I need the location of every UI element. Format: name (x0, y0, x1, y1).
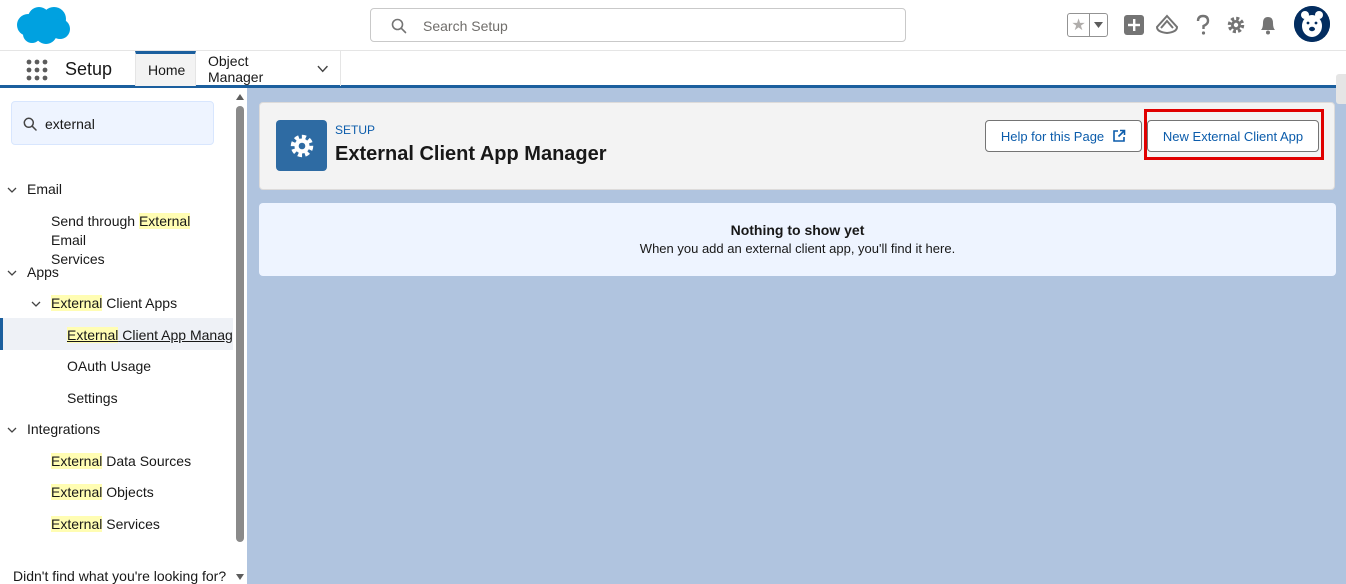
tree-label-part: Services (51, 251, 105, 267)
tree-item-settings-label: Settings (67, 390, 118, 406)
search-setup-input[interactable]: Search Setup (370, 8, 906, 42)
context-bar: Setup Home Object Manager (0, 50, 1346, 88)
search-icon (23, 117, 37, 131)
tree-item-oauth-usage-label: OAuth Usage (67, 358, 152, 374)
bell-icon[interactable] (1257, 14, 1279, 36)
app-name: Setup (65, 59, 113, 79)
quick-find-input[interactable]: external (11, 101, 214, 145)
sidebar-footer-text: Didn't find what you're looking for? (13, 568, 227, 584)
favorites-dropdown-button[interactable] (1090, 14, 1107, 36)
search-match: External (51, 295, 103, 311)
search-match: External (67, 327, 119, 343)
tree-label-part: Email (51, 232, 87, 248)
tree-item-external-client-app-manager[interactable]: External Client App Manager (67, 326, 245, 345)
tree-item-send-through-external-email-services[interactable]: Send through External Email Services (51, 212, 226, 269)
empty-state-subtitle: When you add an external client app, you… (639, 241, 956, 256)
page-eyebrow: SETUP (335, 123, 376, 137)
scrollbar-thumb[interactable] (236, 106, 244, 542)
page-header: SETUP External Client App Manager Help f… (259, 102, 1335, 190)
tab-object-manager-label: Object Manager (208, 52, 264, 85)
annotation-highlight-box (1144, 109, 1324, 160)
trailhead-icon[interactable] (1156, 14, 1178, 36)
tree-item-external-objects[interactable]: External Objects (51, 483, 154, 502)
tree-item-oauth-usage[interactable]: OAuth Usage (67, 357, 151, 376)
tab-home[interactable]: Home (135, 51, 196, 86)
tree-label-part: Client App Manager (118, 327, 246, 343)
main-content: SETUP External Client App Manager Help f… (247, 88, 1346, 584)
tree-label-part: Objects (102, 484, 154, 500)
help-for-this-page-button[interactable]: Help for this Page (985, 120, 1142, 152)
empty-state-title: Nothing to show yet (730, 222, 865, 238)
tab-object-manager[interactable]: Object Manager (196, 51, 341, 86)
search-placeholder: Search Setup (423, 18, 508, 34)
bear-avatar-icon (1294, 6, 1330, 42)
tree-label-part: Send through (51, 213, 139, 229)
external-link-icon (1113, 129, 1126, 142)
chevron-down-icon (1094, 22, 1103, 28)
search-match: External (51, 516, 103, 532)
chevron-down-icon[interactable] (7, 185, 17, 195)
tree-label-part: Client Apps (102, 295, 178, 311)
quick-find-value: external (45, 116, 95, 132)
setup-gear-icon (276, 120, 327, 171)
edge-panel-tab[interactable] (1336, 74, 1346, 104)
scroll-up-arrow-icon[interactable] (236, 94, 244, 100)
tree-item-integrations[interactable]: Integrations (27, 420, 100, 439)
chevron-down-icon[interactable] (7, 425, 17, 435)
tree-item-external-services[interactable]: External Services (51, 515, 160, 534)
tab-home-label: Home (148, 62, 186, 78)
help-button-label: Help for this Page (1000, 128, 1105, 144)
sidebar-scrollbar[interactable] (233, 88, 247, 584)
gear-icon[interactable] (1225, 14, 1247, 36)
scroll-down-arrow-icon[interactable] (236, 574, 244, 580)
search-match: External (51, 484, 103, 500)
tree-label-part: Data Sources (102, 453, 192, 469)
page-title: External Client App Manager (335, 143, 607, 165)
search-icon (391, 18, 407, 34)
favorites-star-icon[interactable]: ★ (1068, 14, 1090, 36)
user-avatar[interactable] (1294, 6, 1330, 42)
tree-item-external-client-apps[interactable]: External Client Apps (51, 294, 177, 313)
tree-item-settings[interactable]: Settings (67, 389, 118, 408)
empty-state-card: Nothing to show yet When you add an exte… (259, 203, 1336, 276)
tree-item-external-data-sources[interactable]: External Data Sources (51, 452, 191, 471)
app-launcher-icon[interactable] (26, 59, 48, 81)
tree-item-apps-label: Apps (27, 264, 59, 280)
favorites-group: ★ (1067, 13, 1108, 37)
chevron-down-icon[interactable] (317, 65, 328, 73)
setup-sidebar: external Email Send through External Ema… (0, 88, 247, 584)
search-match: External (138, 213, 191, 229)
tree-item-email-label: Email (27, 181, 63, 197)
tree-item-integrations-label: Integrations (27, 421, 101, 437)
tree-item-apps[interactable]: Apps (27, 263, 59, 282)
global-header: Search Setup ★ (0, 0, 1346, 50)
search-match: External (51, 453, 103, 469)
salesforce-logo[interactable] (12, 5, 72, 47)
add-icon[interactable] (1123, 14, 1145, 36)
chevron-down-icon[interactable] (7, 268, 17, 278)
chevron-down-icon[interactable] (31, 299, 41, 309)
help-icon[interactable] (1192, 14, 1214, 36)
tree-item-email[interactable]: Email (27, 180, 62, 199)
tree-label-part: Services (102, 516, 160, 532)
